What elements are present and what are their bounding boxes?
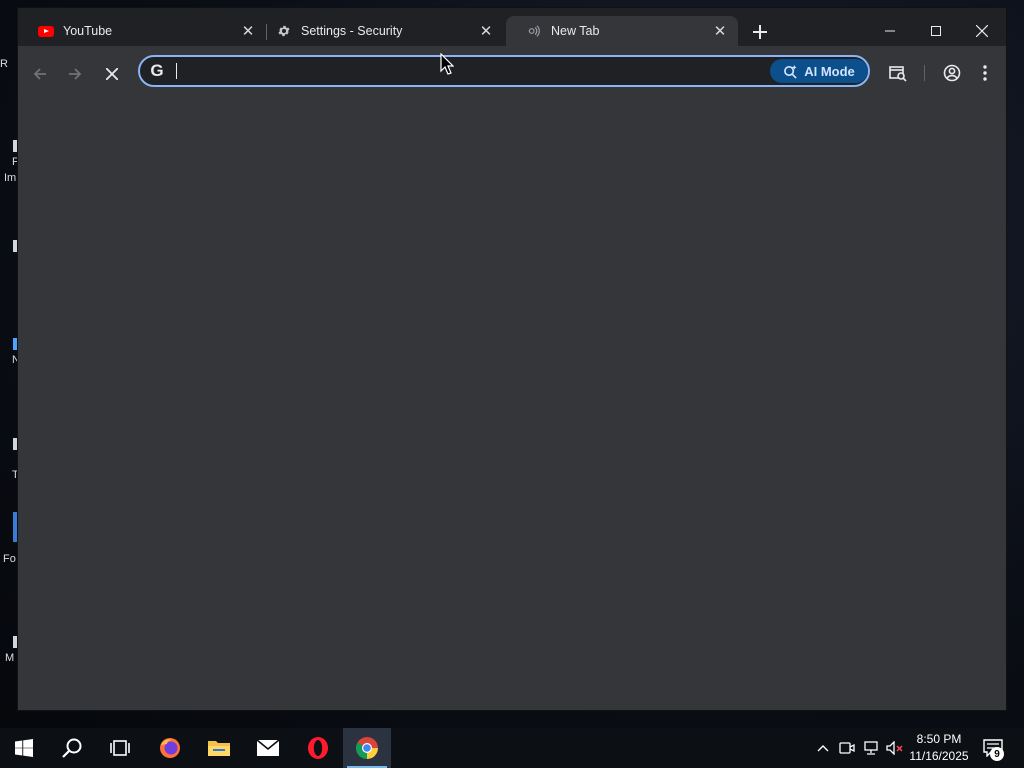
clock-date: 11/16/2025 (909, 749, 969, 763)
tab-strip: YouTube ✕ Settings - Security ✕ New Tab … (18, 8, 1006, 46)
tab-youtube[interactable]: YouTube ✕ (18, 16, 266, 46)
close-icon[interactable]: ✕ (478, 23, 494, 40)
windows-icon (15, 739, 33, 757)
browser-window: YouTube ✕ Settings - Security ✕ New Tab … (18, 8, 1006, 710)
new-tab-button[interactable] (748, 20, 772, 44)
youtube-icon (38, 23, 54, 39)
network-button[interactable] (861, 728, 881, 768)
maximize-icon (931, 26, 941, 36)
search-icon (62, 738, 82, 758)
meet-now-button[interactable] (837, 728, 857, 768)
chrome-taskbar-button[interactable] (343, 728, 391, 768)
desktop-icon-label: R (0, 58, 8, 70)
tab-title: YouTube (63, 24, 113, 38)
close-icon[interactable]: ✕ (712, 23, 728, 40)
tab-new-tab[interactable]: New Tab ✕ (506, 16, 738, 46)
task-view-icon (110, 740, 130, 756)
minimize-button[interactable] (867, 16, 913, 46)
close-icon[interactable]: ✕ (240, 23, 256, 40)
mail-icon (256, 739, 280, 756)
plus-icon (753, 25, 767, 39)
network-icon (864, 741, 878, 755)
volume-muted-icon (886, 741, 903, 755)
close-icon (106, 68, 118, 80)
ai-mode-button[interactable]: AI Mode (770, 59, 868, 83)
profile-button[interactable] (938, 59, 966, 87)
taskbar: 8:50 PM 11/16/2025 (0, 728, 1024, 768)
toolbar-divider (924, 65, 925, 81)
firefox-icon (160, 738, 180, 758)
tab-title: Settings - Security (301, 24, 403, 38)
folder-icon (208, 741, 230, 756)
notification-count-badge: 9 (990, 747, 1004, 761)
stop-loading-button[interactable] (98, 60, 126, 88)
chevron-up-icon (817, 745, 829, 752)
system-clock[interactable]: 8:50 PM 11/16/2025 (906, 731, 972, 765)
tab-title: New Tab (551, 24, 600, 38)
address-bar[interactable]: G AI Mode (138, 55, 870, 87)
browser-toolbar: G AI Mode (18, 46, 1006, 98)
menu-button[interactable] (971, 59, 999, 87)
maximize-button[interactable] (913, 16, 959, 46)
arrow-right-icon (69, 68, 82, 80)
forward-button[interactable] (61, 60, 89, 88)
address-input[interactable] (174, 61, 734, 81)
close-window-button[interactable] (959, 16, 1005, 46)
mouse-cursor-icon (440, 53, 454, 75)
start-button[interactable] (0, 728, 48, 768)
tab-search-icon (889, 66, 907, 82)
chrome-icon (356, 737, 378, 759)
task-view-button[interactable] (96, 728, 144, 768)
account-icon (943, 64, 961, 82)
back-button[interactable] (26, 60, 54, 88)
google-icon: G (150, 61, 164, 80)
chrome-labs-icon (526, 23, 542, 39)
video-call-icon (839, 742, 855, 754)
tab-settings-security[interactable]: Settings - Security ✕ (256, 16, 504, 46)
opera-taskbar-button[interactable] (294, 728, 342, 768)
opera-icon (308, 737, 328, 759)
search-sparkle-icon (784, 64, 797, 79)
page-content (18, 98, 1006, 710)
more-vert-icon (983, 65, 987, 81)
firefox-taskbar-button[interactable] (146, 728, 194, 768)
volume-button[interactable] (884, 728, 906, 768)
ai-mode-label: AI Mode (804, 63, 855, 79)
tab-search-button[interactable] (884, 59, 912, 87)
file-explorer-taskbar-button[interactable] (195, 728, 243, 768)
mail-taskbar-button[interactable] (244, 728, 292, 768)
search-button[interactable] (48, 728, 96, 768)
gear-icon (276, 23, 292, 39)
minimize-icon (885, 30, 895, 32)
arrow-left-icon (33, 68, 46, 80)
text-caret (176, 63, 177, 79)
close-icon (976, 25, 988, 37)
show-hidden-icons-button[interactable] (813, 728, 833, 768)
clock-time: 8:50 PM (916, 732, 962, 746)
